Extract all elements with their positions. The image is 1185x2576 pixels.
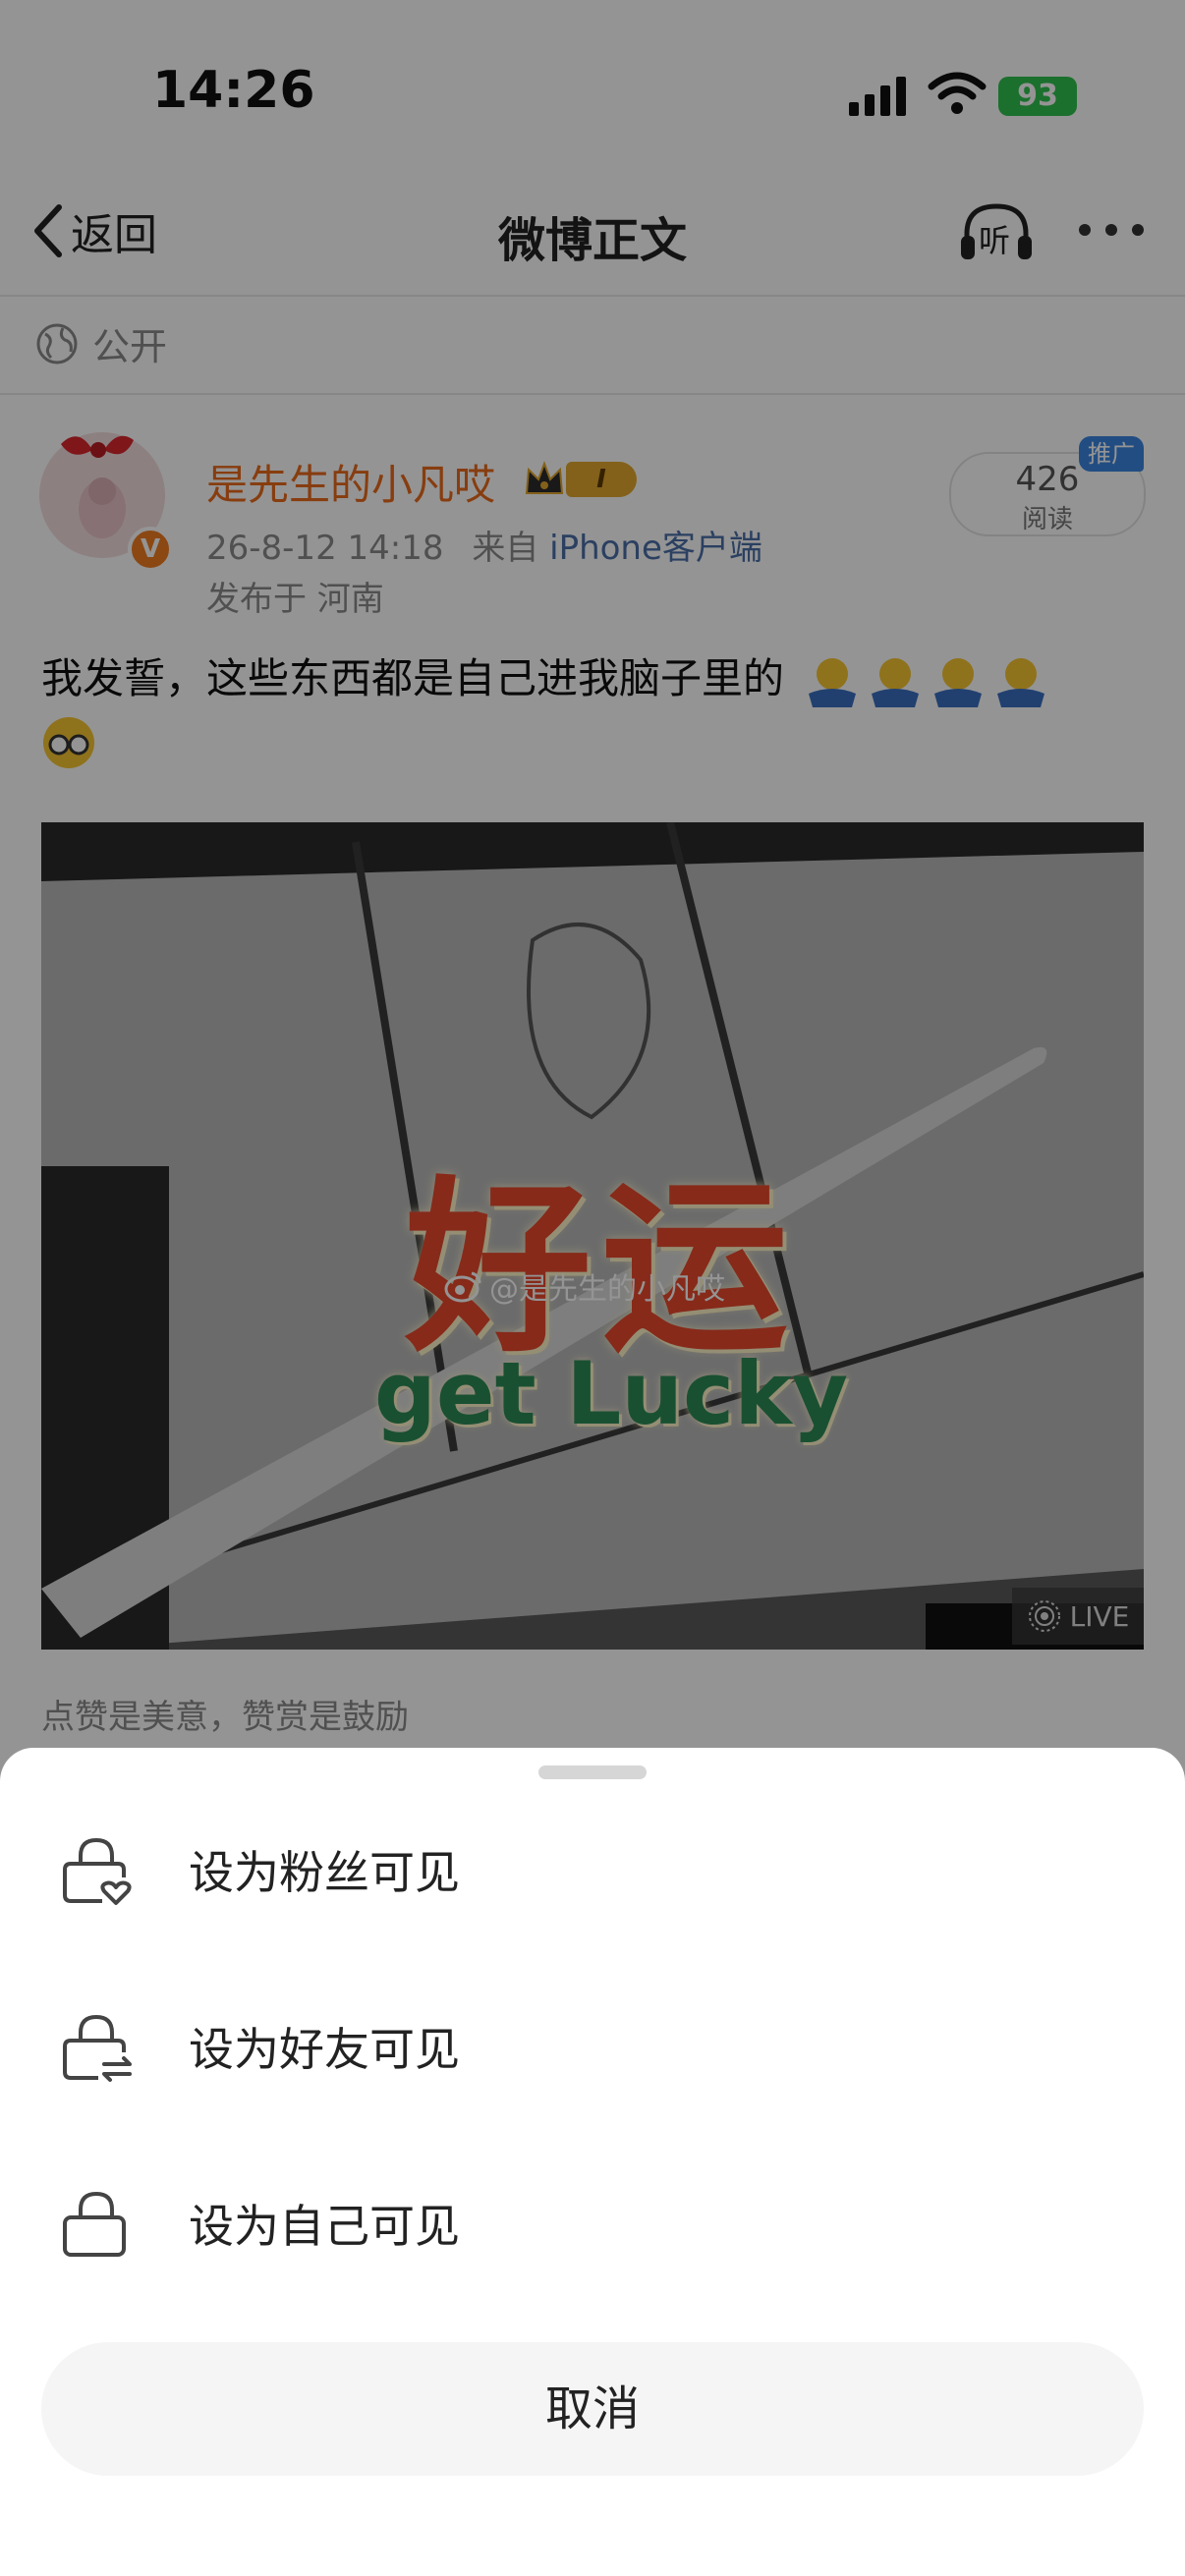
option-friends-visible[interactable]: 设为好友可见: [0, 1968, 1185, 2125]
sheet-drag-handle[interactable]: [538, 1765, 647, 1779]
lock-swap-icon: [63, 2014, 132, 2082]
lock-icon: [63, 2191, 126, 2257]
option-self-visible-label: 设为自己可见: [189, 2200, 460, 2253]
option-fans-visible[interactable]: 设为粉丝可见: [0, 1791, 1185, 1948]
lock-heart-icon: [63, 1837, 132, 1905]
option-friends-visible-label: 设为好友可见: [189, 2023, 460, 2076]
option-self-visible[interactable]: 设为自己可见: [0, 2145, 1185, 2302]
option-fans-visible-label: 设为粉丝可见: [189, 1846, 460, 1899]
cancel-button[interactable]: 取消: [41, 2342, 1144, 2476]
